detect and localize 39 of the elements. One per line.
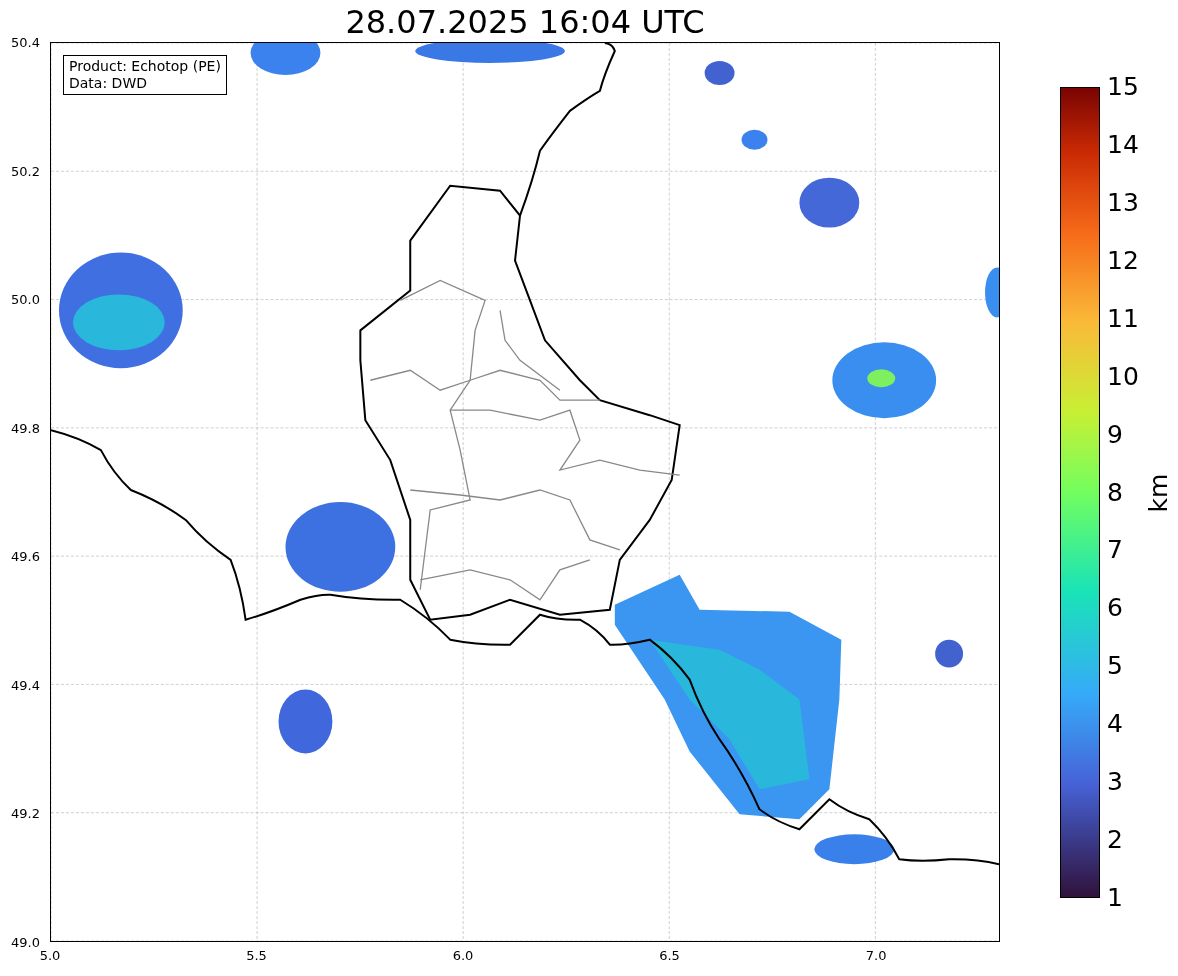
x-tick-label: 7.0 bbox=[865, 948, 887, 963]
y-tick-label: 49.0 bbox=[11, 934, 40, 950]
colorbar-tick-label: 3 bbox=[1107, 768, 1123, 797]
x-tick-label: 5.5 bbox=[246, 948, 267, 963]
y-tick-label: 49.2 bbox=[11, 805, 40, 821]
radar-echo bbox=[278, 689, 333, 754]
x-tick-label: 6.5 bbox=[659, 948, 680, 963]
colorbar-tick-label: 4 bbox=[1107, 710, 1123, 739]
y-tick-label: 49.8 bbox=[11, 420, 40, 436]
radar-echo bbox=[935, 639, 964, 668]
y-tick-label: 49.4 bbox=[11, 677, 40, 693]
colorbar-tick-label: 2 bbox=[1107, 826, 1123, 855]
colorbar-tick-label: 7 bbox=[1107, 536, 1123, 565]
colorbar-tick-label: 15 bbox=[1107, 73, 1139, 101]
colorbar-tick-label: 13 bbox=[1107, 188, 1139, 217]
colorbar-tick-label: 8 bbox=[1107, 478, 1123, 507]
colorbar-tick-label: 9 bbox=[1107, 420, 1123, 449]
y-tick-label: 49.6 bbox=[11, 548, 40, 564]
colorbar-tick-label: 12 bbox=[1107, 246, 1139, 275]
x-tick-label: 5.0 bbox=[39, 948, 61, 963]
colorbar-tick-label: 5 bbox=[1107, 652, 1123, 681]
radar-echo bbox=[741, 129, 768, 150]
colorbar-tick-label: 6 bbox=[1107, 594, 1123, 623]
chart-title: 28.07.2025 16:04 UTC bbox=[344, 2, 706, 42]
colorbar-tick-label: 14 bbox=[1107, 130, 1139, 159]
info-text: Product: Echotop (PE) bbox=[69, 58, 221, 75]
y-tick-label: 50.2 bbox=[11, 163, 40, 179]
colorbar-tick-label: 11 bbox=[1107, 304, 1139, 333]
colorbar-label: km bbox=[1144, 473, 1175, 513]
y-tick-label: 50.0 bbox=[11, 291, 40, 307]
radar-echo bbox=[985, 267, 999, 318]
radar-echo bbox=[799, 177, 860, 228]
x-tick-label: 6.0 bbox=[452, 948, 474, 963]
info-text: Data: DWD bbox=[69, 75, 148, 92]
colorbar-tick-label: 10 bbox=[1107, 362, 1139, 391]
colorbar-tick-label: 1 bbox=[1107, 884, 1123, 912]
radar-echo bbox=[250, 43, 321, 75]
radar-echo bbox=[704, 60, 735, 85]
y-tick-label: 50.4 bbox=[11, 34, 40, 50]
